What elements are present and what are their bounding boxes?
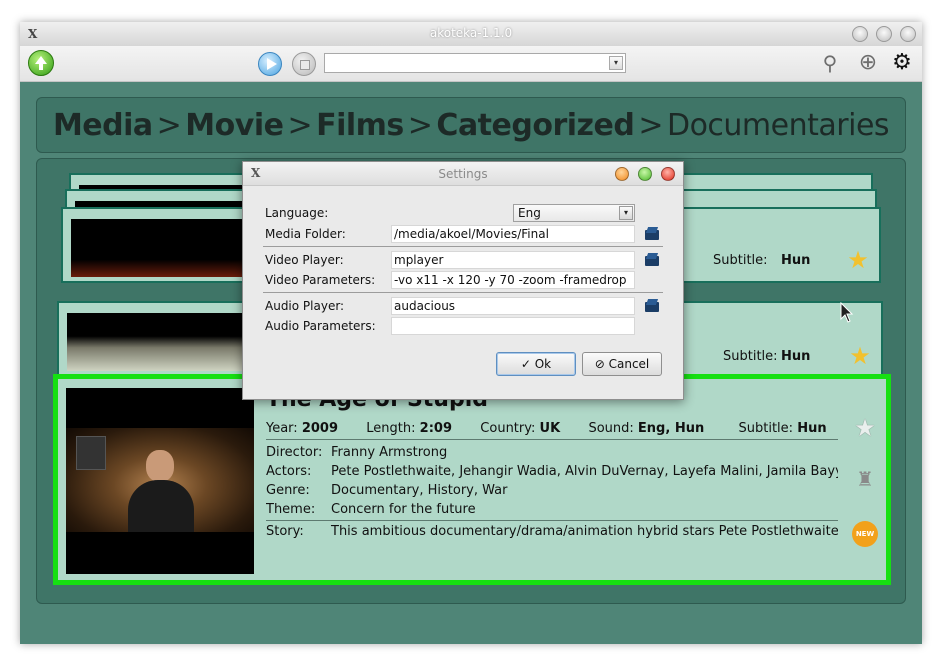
selected-movie-card[interactable]: The Age of Stupid Year: 2009 Length: 2:0… — [53, 374, 891, 585]
video-player-label: Video Player: — [265, 253, 344, 267]
subtitle-value: Hun — [797, 421, 827, 436]
divider — [263, 292, 663, 293]
subtitle-label: Subtitle: — [738, 421, 794, 436]
breadcrumb-item-films[interactable]: Films — [316, 108, 404, 143]
audio-player-input[interactable]: audacious — [391, 297, 635, 315]
maximize-button[interactable] — [876, 26, 892, 42]
breadcrumb-separator: > — [638, 108, 663, 143]
language-select[interactable]: Eng ▾ — [513, 204, 635, 222]
dialog-close-button[interactable] — [661, 167, 675, 181]
zoom-icon[interactable]: ⊕ — [856, 51, 880, 75]
poster-scene — [66, 428, 254, 532]
story-value: This ambitious documentary/drama/animati… — [331, 524, 838, 539]
video-parameters-label: Video Parameters: — [265, 273, 376, 287]
country-label: Country: — [480, 421, 536, 436]
breadcrumb-separator: > — [407, 108, 433, 143]
actors-label: Actors: — [266, 464, 312, 479]
genre-value: Documentary, History, War — [331, 483, 508, 498]
breadcrumb: Media > Movie > Films > Categorized > Documentar… — [36, 97, 906, 153]
length-label: Length: — [366, 421, 416, 436]
subtitle-value: Hun — [781, 349, 811, 364]
length-value: 2:09 — [419, 421, 453, 436]
window-title: akoteka-1.1.0 — [429, 26, 513, 40]
subtitle-value: Hun — [781, 253, 811, 268]
story-row: Story: This ambitious documentary/drama/a… — [266, 524, 838, 539]
chevron-down-icon[interactable]: ▾ — [619, 206, 633, 220]
year-value: 2009 — [301, 421, 339, 436]
play-button[interactable] — [258, 52, 282, 76]
actors-value: Pete Postlethwaite, Jehangir Wadia, Alvi… — [331, 464, 838, 479]
close-button[interactable] — [900, 26, 916, 42]
breadcrumb-separator: > — [156, 108, 182, 143]
subtitle-label: Subtitle: — [723, 349, 778, 364]
movie-poster — [66, 388, 254, 574]
gear-icon[interactable]: ⚙ — [890, 51, 914, 75]
subtitle-label: Subtitle: — [713, 253, 768, 268]
up-button[interactable] — [28, 50, 54, 76]
trophy-icon[interactable]: ♜ — [852, 467, 878, 493]
genre-row: Genre: Documentary, History, War — [266, 483, 838, 498]
chevron-down-icon[interactable]: ▾ — [609, 56, 623, 70]
folder-browse-icon[interactable] — [645, 298, 659, 312]
key-search-icon[interactable]: ⚲ — [818, 51, 842, 75]
breadcrumb-item-movie[interactable]: Movie — [185, 108, 284, 143]
language-value: Eng — [518, 206, 541, 220]
media-folder-input[interactable]: /media/akoel/Movies/Final — [391, 225, 635, 243]
language-label: Language: — [265, 206, 329, 220]
ok-button[interactable]: ✓ Ok — [496, 352, 576, 376]
star-icon[interactable]: ★ — [845, 247, 871, 273]
dialog-title-bar: X Settings — [243, 162, 683, 186]
poster-thumbnail — [67, 313, 243, 371]
dialog-maximize-button[interactable] — [638, 167, 652, 181]
audio-parameters-input[interactable] — [391, 317, 635, 335]
breadcrumb-item-categorized[interactable]: Categorized — [436, 108, 634, 143]
poster-face — [146, 450, 174, 482]
story-label: Story: — [266, 524, 304, 539]
poster-monitor — [76, 436, 106, 470]
director-row: Director: Franny Armstrong — [266, 445, 838, 460]
breadcrumb-item-documentaries: Documentaries — [666, 108, 890, 143]
sound-label: Sound: — [588, 421, 634, 436]
stop-button[interactable] — [292, 52, 316, 76]
sound-value: Eng, Hun — [637, 421, 705, 436]
star-icon[interactable]: ★ — [847, 343, 873, 369]
video-parameters-input[interactable]: -vo x11 -x 120 -y 70 -zoom -framedrop — [391, 271, 635, 289]
breadcrumb-item-media[interactable]: Media — [53, 108, 153, 143]
theme-label: Theme: — [266, 502, 316, 517]
actors-row: Actors: Pete Postlethwaite, Jehangir Wadi… — [266, 464, 838, 479]
settings-dialog: X Settings Language: Eng ▾ Media Folder:… — [242, 161, 684, 400]
new-badge-icon: NEW — [852, 521, 878, 547]
cancel-button[interactable]: ⊘ Cancel — [582, 352, 662, 376]
toolbar: ▾ ⚲ ⊕ ⚙ — [20, 46, 922, 82]
cancel-button-label: Cancel — [608, 357, 650, 371]
search-combo[interactable]: ▾ — [324, 53, 626, 73]
folder-browse-icon[interactable] — [645, 226, 659, 240]
country-value: UK — [539, 421, 561, 436]
cancel-icon: ⊘ — [594, 357, 605, 371]
title-bar: X akoteka-1.1.0 — [20, 22, 922, 46]
video-player-input[interactable]: mplayer — [391, 251, 635, 269]
media-folder-label: Media Folder: — [265, 227, 346, 241]
dialog-minimize-button[interactable] — [615, 167, 629, 181]
genre-label: Genre: — [266, 483, 310, 498]
minimize-button[interactable] — [852, 26, 868, 42]
year-label: Year: — [266, 421, 298, 436]
audio-parameters-label: Audio Parameters: — [265, 319, 376, 333]
folder-browse-icon[interactable] — [645, 252, 659, 266]
poster-body — [128, 480, 194, 532]
director-label: Director: — [266, 445, 323, 460]
breadcrumb-separator: > — [287, 108, 313, 143]
ok-button-label: Ok — [534, 357, 552, 371]
theme-value: Concern for the future — [331, 502, 476, 517]
movie-meta-row: Year: 2009 Length: 2:09 Country: UK Soun… — [266, 421, 838, 440]
theme-row: Theme: Concern for the future — [266, 502, 838, 521]
check-icon: ✓ — [520, 357, 531, 371]
director-value: Franny Armstrong — [331, 445, 448, 460]
divider — [263, 246, 663, 247]
audio-player-label: Audio Player: — [265, 299, 345, 313]
mouse-cursor-icon — [840, 302, 854, 323]
star-icon[interactable]: ★ — [852, 415, 878, 441]
poster-thumbnail — [71, 219, 245, 277]
